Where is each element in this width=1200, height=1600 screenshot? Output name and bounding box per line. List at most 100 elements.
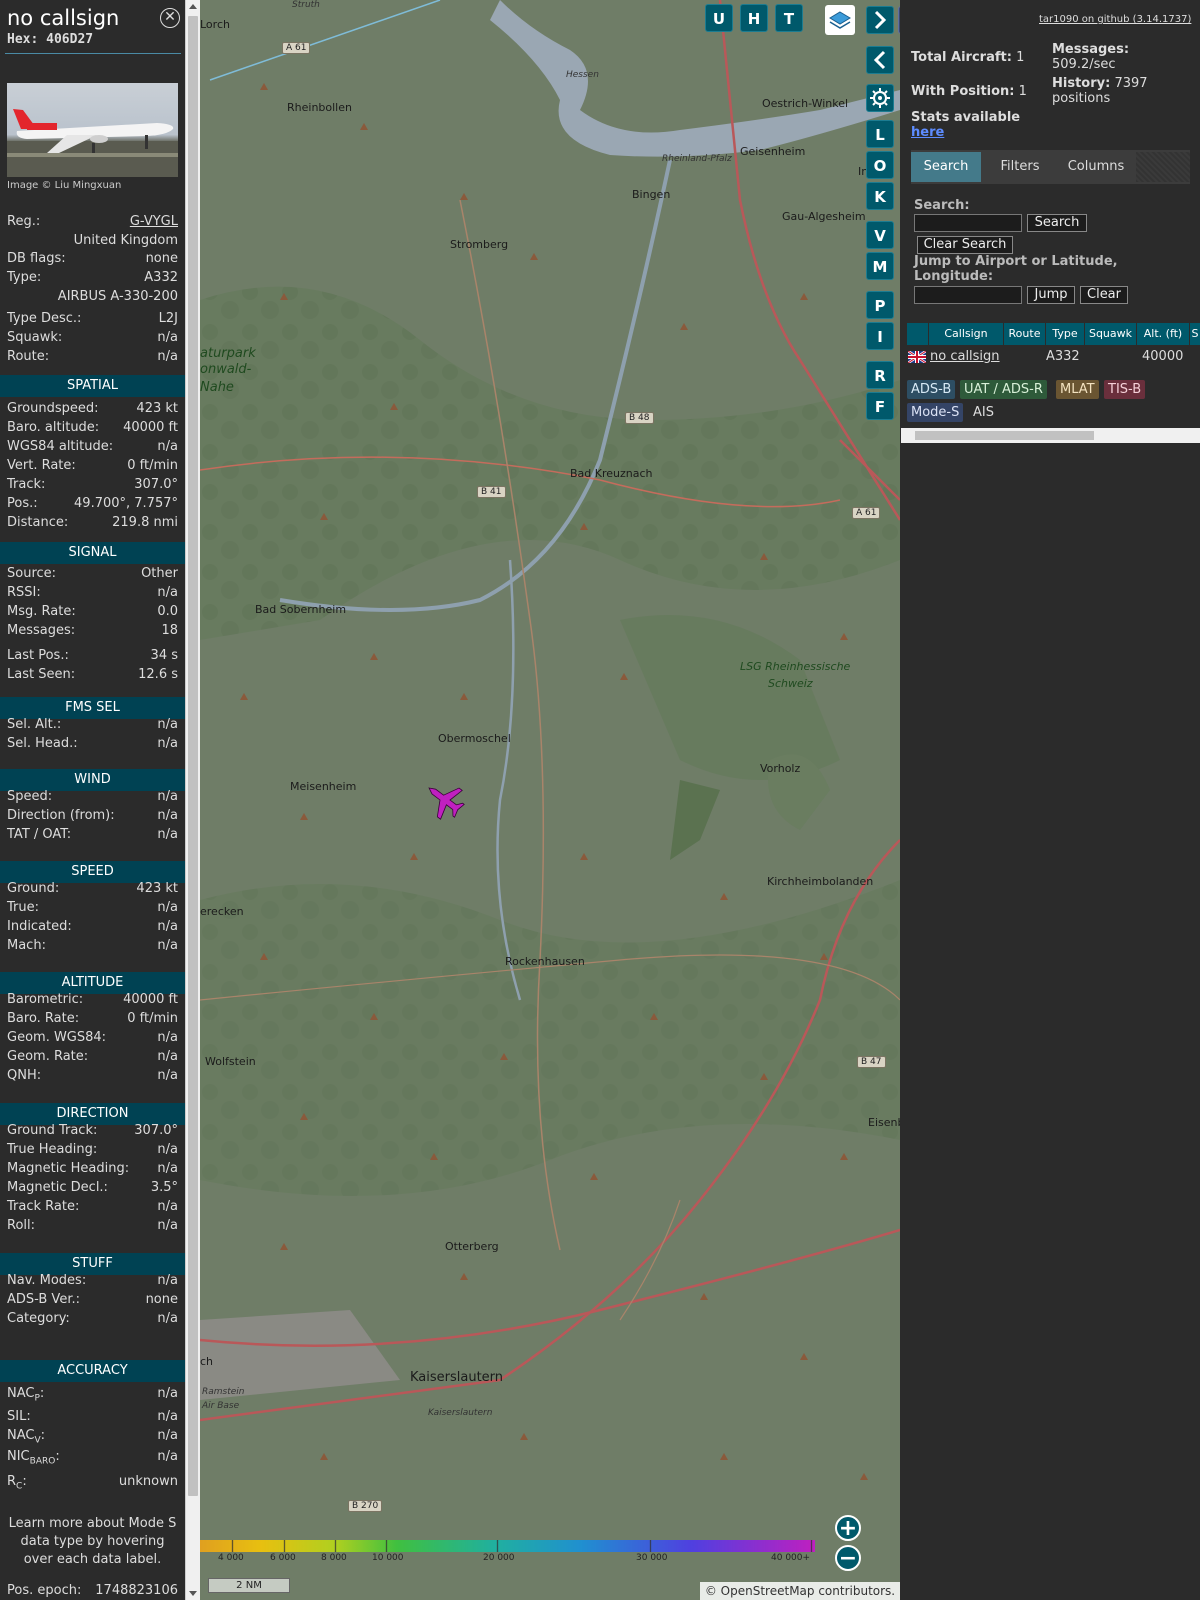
layers-icon[interactable] (825, 5, 855, 35)
altitude-2-row: Geom. WGS84: n/a (7, 1029, 178, 1047)
map-button-v[interactable]: V (866, 221, 894, 249)
table-scroll-thumb[interactable] (915, 431, 1094, 440)
map-label-23: Kaiserslautern (410, 1370, 504, 1385)
accuracy-2-label: NACV: (7, 1428, 46, 1446)
header-divider (5, 53, 181, 54)
accuracy-2-row: NACV: n/a (7, 1427, 178, 1446)
signal-4-value: 34 s (150, 648, 178, 663)
map-button-u[interactable]: U (705, 4, 733, 32)
th-callsign[interactable]: Callsign (929, 323, 1004, 345)
tab-filters[interactable]: Filters (985, 152, 1055, 182)
expand-right-icon[interactable] (866, 6, 894, 34)
spatial-3-value: 0 ft/min (127, 458, 178, 473)
altitude-0-row: Barometric: 40000 ft (7, 991, 178, 1009)
map-view[interactable]: Lorch Rheinbollen Oestrich-Winkel Geisenhei… (200, 0, 900, 1600)
hex-code: Hex: 406D27 (7, 32, 94, 47)
map-button-h[interactable]: H (740, 4, 768, 32)
history-unit: positions (1052, 91, 1111, 106)
signal-4-label: Last Pos.: (7, 648, 69, 663)
badge-modes: Mode-S (907, 403, 964, 422)
map-label-9: Nahe (200, 380, 234, 395)
stuff-2-label: Category: (7, 1311, 70, 1326)
search-input[interactable] (914, 214, 1022, 232)
github-link[interactable]: tar1090 on github (3.14.1737) (1039, 14, 1191, 25)
zoom-in-button[interactable]: + (835, 1515, 861, 1541)
map-button-t[interactable]: T (775, 4, 803, 32)
wind-0-label: Speed: (7, 789, 53, 804)
wind-1-label: Direction (from): (7, 808, 115, 823)
search-button[interactable]: Search (1027, 214, 1087, 232)
map-button-l[interactable]: L (866, 120, 894, 148)
info-4-value: AIRBUS A-330-200 (57, 289, 178, 304)
info-2-value: none (145, 251, 178, 266)
colorbar-tick-2: 8 000 (321, 1553, 347, 1563)
direction-2-label: Magnetic Heading: (7, 1161, 130, 1176)
aircraft-photo[interactable] (7, 83, 178, 177)
info-0-value[interactable]: G-VYGL (130, 213, 178, 231)
th-altitude[interactable]: Alt. (ft) (1137, 323, 1190, 345)
spatial-5-value: 49.700°, 7.757° (74, 496, 178, 511)
map-label-17: Kirchheimbolanden (767, 875, 874, 888)
stuff-2-row: Category: n/a (7, 1310, 178, 1328)
table-horizontal-scrollbar[interactable] (901, 428, 1200, 443)
th-flag[interactable] (907, 323, 929, 345)
info-2-row: DB flags: none (7, 250, 178, 268)
road-shield-4: B 47 (857, 1056, 886, 1068)
map-button-k[interactable]: K (866, 182, 894, 210)
tab-columns[interactable]: Columns (1059, 152, 1133, 182)
wind-1-value: n/a (157, 808, 178, 823)
section-signal: SIGNAL (0, 542, 185, 564)
info-3-label: Type: (7, 270, 42, 285)
jump-input[interactable] (914, 286, 1022, 304)
info-5-label: Type Desc.: (7, 311, 82, 326)
clear-button[interactable]: Clear (1080, 286, 1128, 304)
zoom-out-button[interactable]: − (835, 1545, 861, 1571)
altitude-2-value: n/a (157, 1030, 178, 1045)
th-type[interactable]: Type (1046, 323, 1085, 345)
info-0-label: Reg.: (7, 214, 41, 229)
speed-1-row: True: n/a (7, 899, 178, 917)
map-button-f[interactable]: F (866, 392, 894, 420)
close-icon[interactable]: ✕ (160, 8, 180, 28)
map-button-o[interactable]: O (866, 151, 894, 179)
th-squawk[interactable]: Squawk (1085, 323, 1137, 345)
sidebar-scroll-thumb[interactable] (188, 16, 198, 1496)
signal-0-label: Source: (7, 566, 57, 581)
row-callsign[interactable]: no callsign (930, 346, 1000, 368)
th-route[interactable]: Route (1004, 323, 1046, 345)
osm-attribution[interactable]: © OpenStreetMap contributors. (700, 1582, 900, 1600)
map-label-8: onwald- (200, 362, 252, 377)
jump-button[interactable]: Jump (1027, 286, 1075, 304)
map-label-26: Air Base (202, 1401, 240, 1411)
map-button-r[interactable]: R (866, 361, 894, 389)
map-label-1: Rheinbollen (287, 101, 352, 114)
settings-gear-icon[interactable] (866, 84, 894, 112)
tab-search[interactable]: Search (911, 152, 981, 182)
stuff-0-value: n/a (157, 1273, 178, 1288)
accuracy-1-row: SIL: n/a (7, 1408, 178, 1426)
map-label-30: Hessen (566, 70, 599, 80)
stats-here-link[interactable]: here (911, 125, 944, 140)
speed-1-value: n/a (157, 900, 178, 915)
altitude-2-label: Geom. WGS84: (7, 1030, 107, 1045)
scroll-down-icon[interactable] (189, 1591, 197, 1596)
map-button-i[interactable]: I (866, 322, 894, 350)
stuff-1-label: ADS-B Ver.: (7, 1292, 80, 1307)
spatial-5-label: Pos.: (7, 496, 38, 511)
fms-1-row: Sel. Head.: n/a (7, 735, 178, 753)
map-label-14: Obermoschel (438, 732, 511, 745)
scroll-up-icon[interactable] (189, 4, 197, 9)
spatial-1-row: Baro. altitude: 40000 ft (7, 419, 178, 437)
map-label-16: Vorholz (760, 762, 801, 775)
map-button-m[interactable]: M (866, 252, 894, 280)
spatial-3-label: Vert. Rate: (7, 458, 76, 473)
collapse-left-icon[interactable] (866, 46, 894, 74)
clear-search-button[interactable]: Clear Search (917, 236, 1013, 254)
map-button-p[interactable]: P (866, 291, 894, 319)
road-shield-0: A 61 (282, 42, 311, 54)
speed-3-row: Mach: n/a (7, 937, 178, 955)
th-speed[interactable]: S (1190, 323, 1200, 345)
road-shield-1: B 48 (625, 412, 654, 424)
sidebar-scrollbar[interactable] (185, 0, 200, 1600)
map-label-11: Bad Sobernheim (255, 603, 347, 616)
